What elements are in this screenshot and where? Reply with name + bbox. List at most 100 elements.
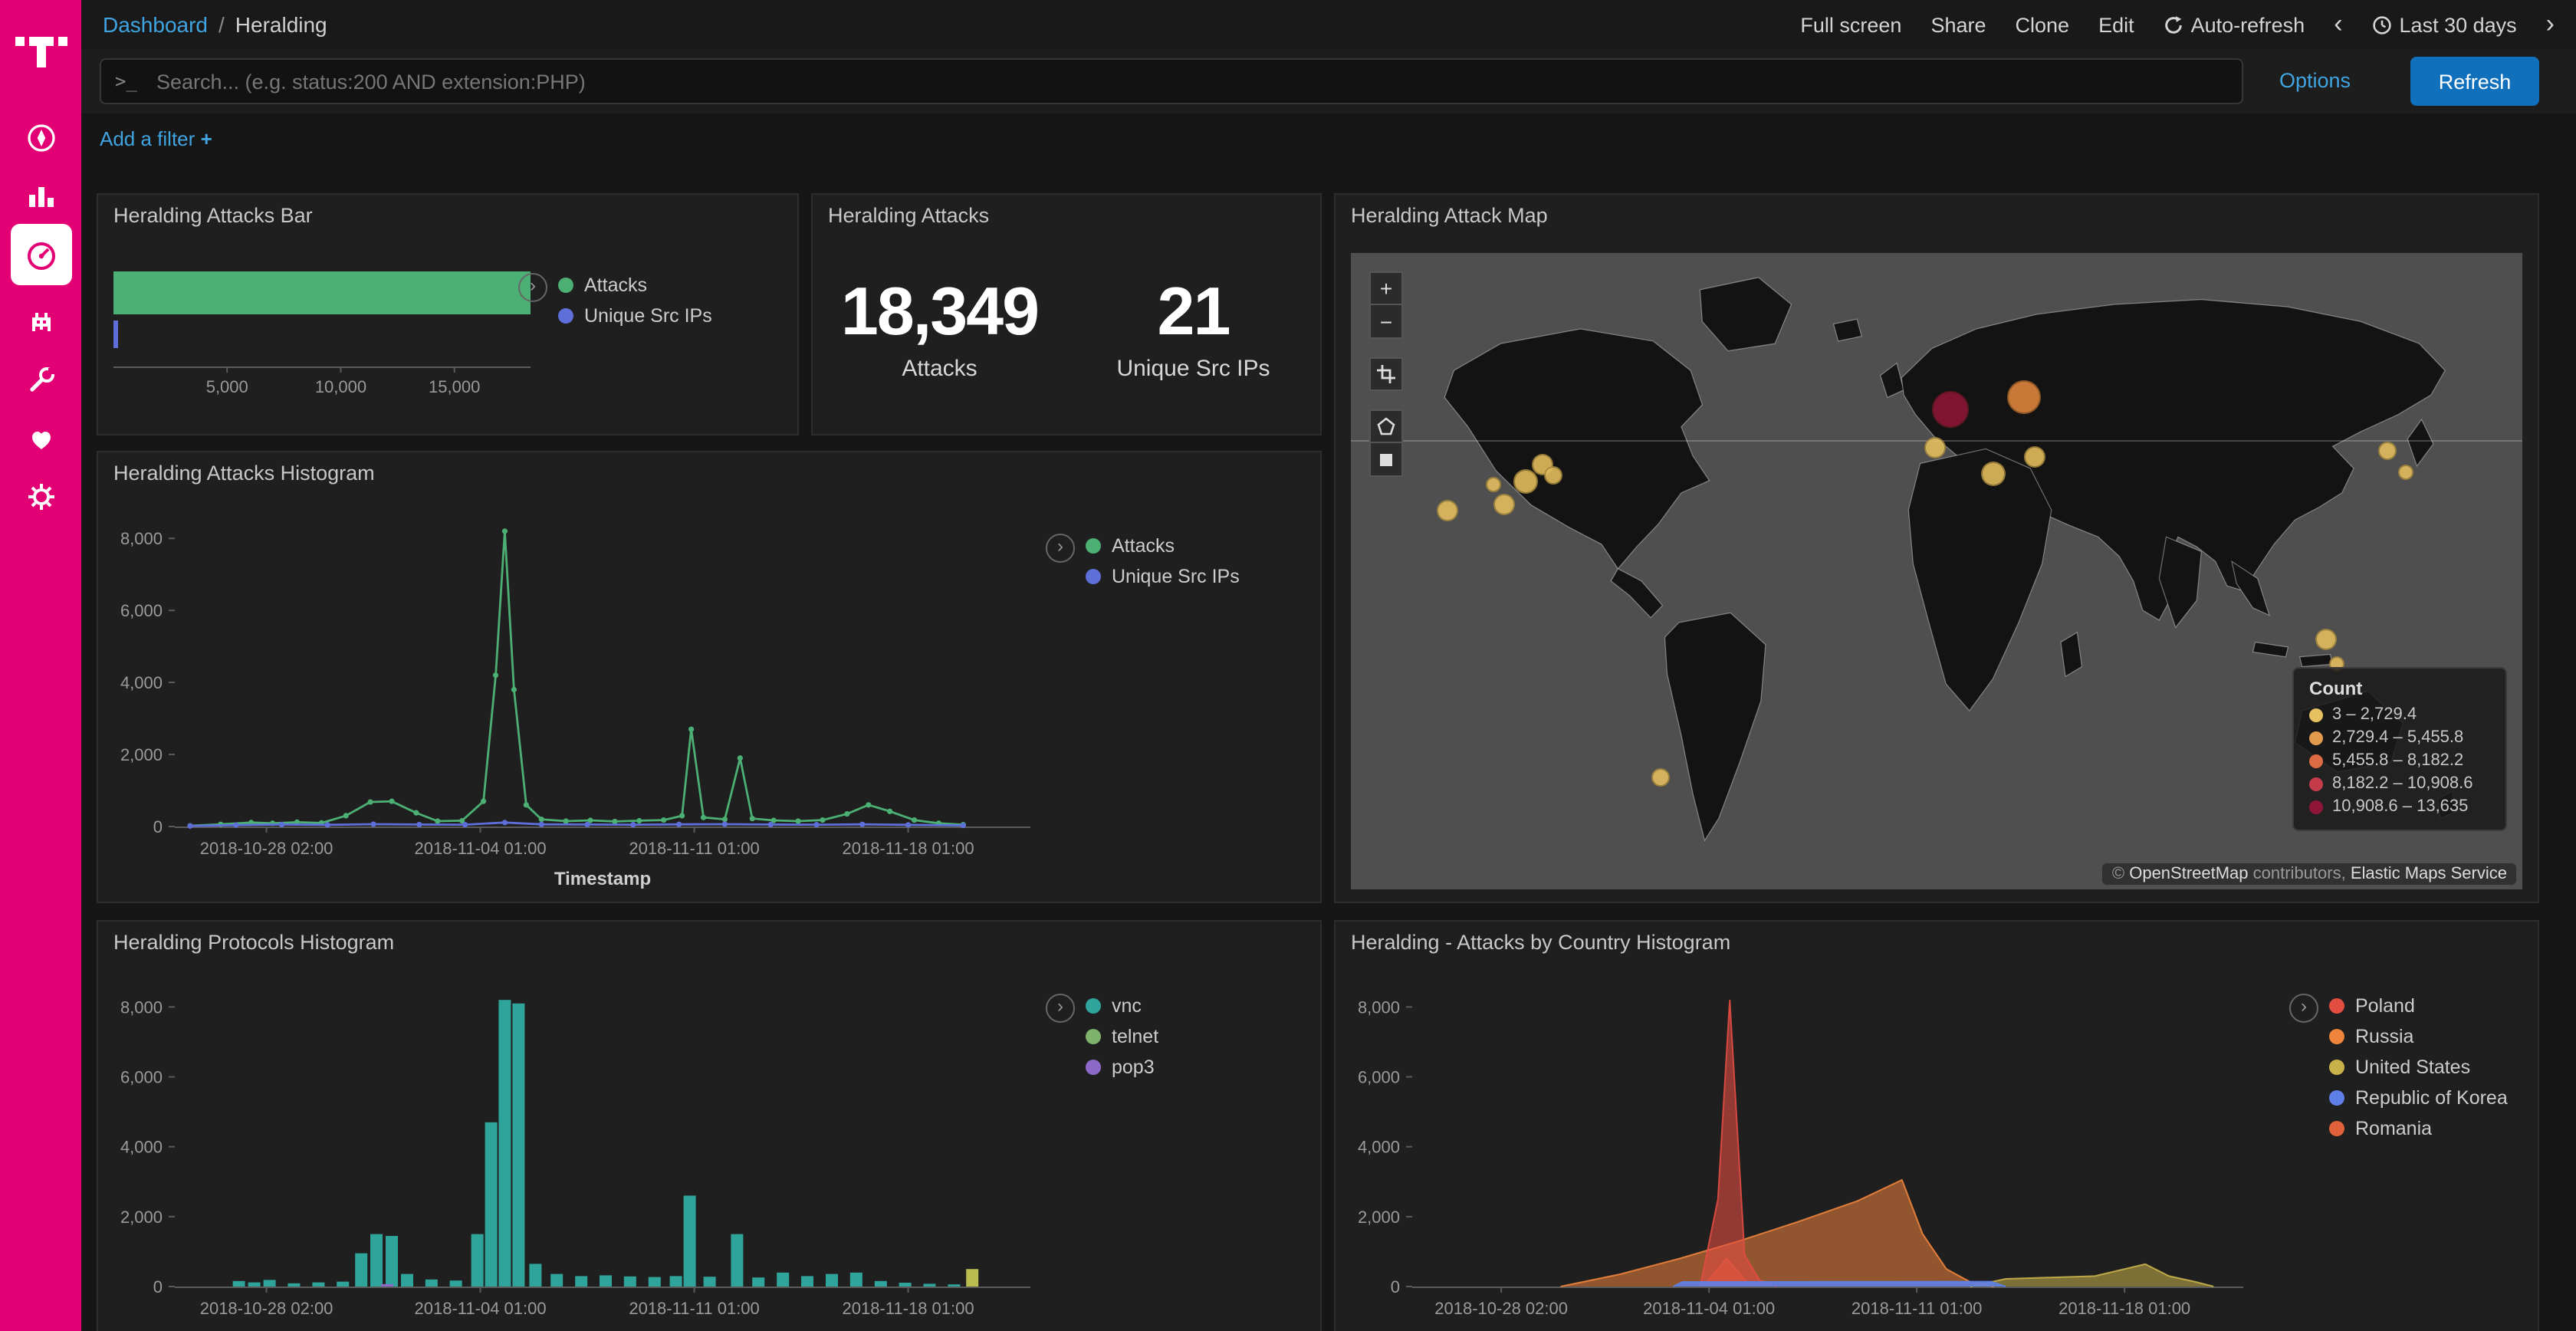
legend-item[interactable]: Attacks <box>1086 535 1331 557</box>
legend-item[interactable]: 10,908.6 – 13,635 <box>2309 797 2490 816</box>
legend-item[interactable]: Romania <box>2329 1118 2535 1139</box>
map-marker[interactable] <box>1924 436 1946 458</box>
legend-dot <box>2329 1060 2344 1075</box>
map-marker[interactable] <box>2024 446 2045 468</box>
panel-title[interactable]: Heralding Attacks Histogram <box>98 452 1320 492</box>
time-back-icon[interactable]: ‹ <box>2334 14 2342 35</box>
legend-item[interactable]: 5,455.8 – 8,182.2 <box>2309 751 2490 770</box>
svg-text:0: 0 <box>153 817 163 836</box>
elastic-maps-service-link[interactable]: Elastic Maps Service <box>2351 865 2507 883</box>
legend-dot <box>558 278 573 293</box>
legend-item[interactable]: telnet <box>1086 1026 1331 1047</box>
legend-label: 5,455.8 – 8,182.2 <box>2332 751 2463 770</box>
world-map[interactable]: + − Co <box>1351 253 2522 889</box>
legend-item[interactable]: United States <box>2329 1057 2535 1078</box>
svg-text:8,000: 8,000 <box>120 529 163 548</box>
svg-text:4,000: 4,000 <box>120 673 163 692</box>
legend-label: 2,729.4 – 5,455.8 <box>2332 728 2463 747</box>
legend-item[interactable]: Russia <box>2329 1026 2535 1047</box>
full-screen-button[interactable]: Full screen <box>1800 13 1901 36</box>
map-marker[interactable] <box>1544 467 1562 485</box>
map-marker[interactable] <box>1486 478 1501 493</box>
sidebar-item-visualize[interactable] <box>11 166 72 227</box>
chart-legend: › AttacksUnique Src IPs <box>558 274 803 336</box>
refresh-button[interactable]: Refresh <box>2410 57 2539 106</box>
panel-heralding-attacks-metric: Heralding Attacks 18,349 Attacks 21 Uniq… <box>811 193 1322 435</box>
edit-button[interactable]: Edit <box>2098 13 2134 36</box>
legend-label: Attacks <box>584 274 647 296</box>
map-marker[interactable] <box>1651 769 1669 787</box>
sidebar-item-management[interactable] <box>11 466 72 527</box>
sidebar-item-tpot[interactable] <box>11 291 72 353</box>
panel-title[interactable]: Heralding Attack Map <box>1336 195 2538 235</box>
legend-item[interactable]: 2,729.4 – 5,455.8 <box>2309 728 2490 747</box>
map-marker[interactable] <box>1980 462 2005 487</box>
svg-text:0: 0 <box>153 1277 163 1296</box>
sidebar-item-dashboard[interactable] <box>11 224 72 285</box>
add-filter-link[interactable]: Add a filter + <box>100 127 212 150</box>
search-input[interactable] <box>100 58 2243 104</box>
legend-dot <box>2309 731 2323 744</box>
map-marker[interactable] <box>1493 494 1515 515</box>
svg-text:2018-11-18 01:00: 2018-11-18 01:00 <box>843 1299 974 1318</box>
panel-title[interactable]: Heralding - Attacks by Country Histogram <box>1336 922 2538 961</box>
sidebar-item-devtools[interactable] <box>11 350 72 411</box>
map-draw-controls <box>1369 409 1403 477</box>
legend-item[interactable]: Republic of Korea <box>2329 1087 2535 1109</box>
legend-collapse-icon[interactable]: › <box>2289 994 2318 1023</box>
map-marker[interactable] <box>2378 441 2397 459</box>
clone-button[interactable]: Clone <box>2016 13 2070 36</box>
legend-dot <box>2329 1090 2344 1106</box>
svg-text:0: 0 <box>1391 1277 1400 1296</box>
map-zoom-out-button[interactable]: − <box>1369 305 1403 339</box>
svg-text:2018-10-28 02:00: 2018-10-28 02:00 <box>200 839 334 858</box>
legend-item[interactable]: pop3 <box>1086 1057 1331 1078</box>
svg-text:2018-11-04 01:00: 2018-11-04 01:00 <box>415 839 547 858</box>
legend-item[interactable]: Poland <box>2329 995 2535 1017</box>
legend-label: 8,182.2 – 10,908.6 <box>2332 774 2473 793</box>
openstreetmap-link[interactable]: OpenStreetMap <box>2129 865 2248 883</box>
legend-item[interactable]: Unique Src IPs <box>558 305 803 327</box>
map-marker[interactable] <box>1436 500 1457 521</box>
invader-icon <box>25 305 58 339</box>
map-marker[interactable] <box>2397 465 2413 480</box>
sidebar-item-discover[interactable] <box>11 107 72 169</box>
svg-text:6,000: 6,000 <box>120 601 163 620</box>
svg-text:2018-11-04 01:00: 2018-11-04 01:00 <box>1643 1299 1775 1318</box>
panel-title[interactable]: Heralding Attacks Bar <box>98 195 797 235</box>
legend-dot <box>1086 569 1101 584</box>
time-range-button[interactable]: Last 30 days <box>2372 13 2517 36</box>
map-marker[interactable] <box>2316 629 2338 651</box>
heartbeat-icon <box>25 422 58 455</box>
share-button[interactable]: Share <box>1930 13 1986 36</box>
map-marker[interactable] <box>1932 391 1969 428</box>
breadcrumb-dashboard-link[interactable]: Dashboard <box>103 12 208 37</box>
legend-item[interactable]: vnc <box>1086 995 1331 1017</box>
square-icon <box>1377 450 1395 468</box>
time-forward-icon[interactable]: › <box>2546 14 2555 35</box>
map-zoom-in-button[interactable]: + <box>1369 271 1403 305</box>
svg-text:2018-11-11 01:00: 2018-11-11 01:00 <box>629 1299 759 1318</box>
sidebar-item-monitoring[interactable] <box>11 408 72 469</box>
legend-dot <box>2329 1029 2344 1044</box>
legend-item[interactable]: Unique Src IPs <box>1086 566 1331 587</box>
legend-collapse-icon[interactable]: › <box>518 273 547 302</box>
panel-title[interactable]: Heralding Attacks <box>813 195 1320 235</box>
options-link[interactable]: Options <box>2279 69 2351 92</box>
map-polygon-tool-button[interactable] <box>1369 409 1403 443</box>
legend-item[interactable]: 8,182.2 – 10,908.6 <box>2309 774 2490 793</box>
legend-item[interactable]: 3 – 2,729.4 <box>2309 705 2490 724</box>
legend-item[interactable]: Attacks <box>558 274 803 296</box>
map-marker[interactable] <box>2008 380 2042 414</box>
map-fit-data-button[interactable] <box>1369 357 1403 391</box>
auto-refresh-button[interactable]: Auto-refresh <box>2164 13 2305 36</box>
copyright-symbol: © <box>2112 865 2129 883</box>
telekom-logo[interactable] <box>0 12 81 80</box>
panel-attacks-by-country-histogram: Heralding - Attacks by Country Histogram… <box>1334 920 2539 1331</box>
panel-title[interactable]: Heralding Protocols Histogram <box>98 922 1320 961</box>
map-rectangle-tool-button[interactable] <box>1369 443 1403 477</box>
legend-collapse-icon[interactable]: › <box>1046 534 1075 563</box>
map-marker[interactable] <box>1513 470 1538 495</box>
legend-collapse-icon[interactable]: › <box>1046 994 1075 1023</box>
legend-dot <box>558 308 573 324</box>
